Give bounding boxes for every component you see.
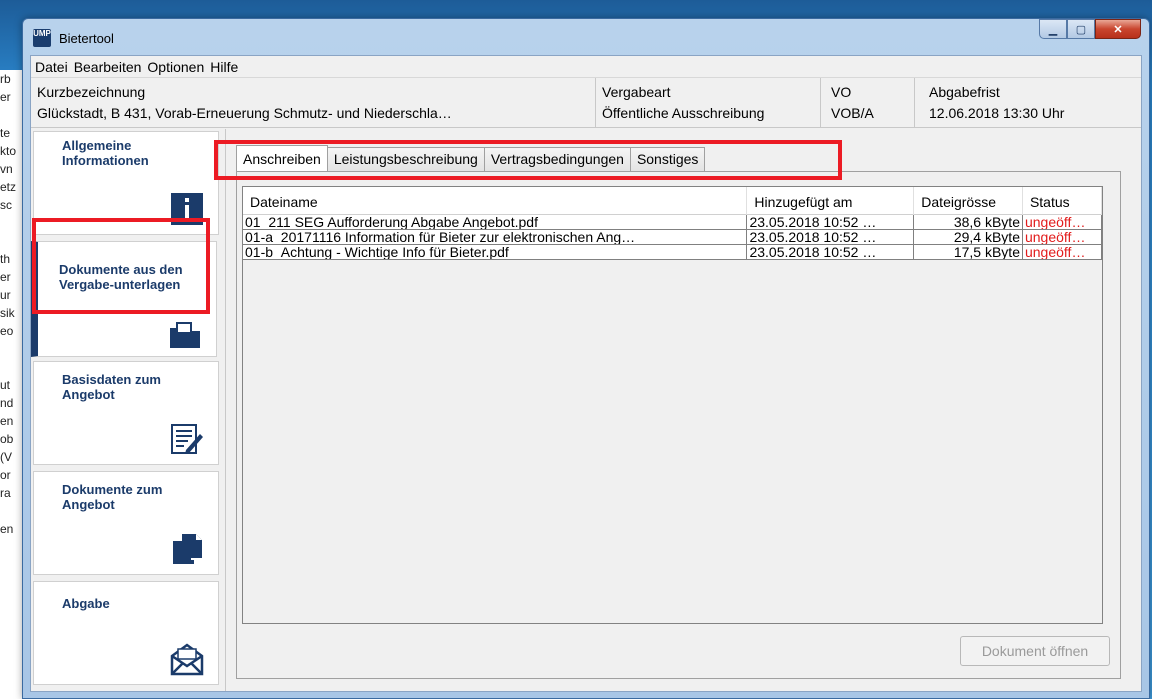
title-bar[interactable]: UMP Bietertool ▁ ▢ ✕	[23, 19, 1149, 55]
menu-hilfe[interactable]: Hilfe	[210, 59, 238, 75]
window-title: Bietertool	[59, 31, 114, 46]
abgabefrist-label: Abgabefrist	[929, 84, 1000, 100]
table-header: Dateiname Hinzugefügt am Dateigrösse Sta…	[243, 187, 1102, 215]
cell-status: ungeöff…	[1023, 215, 1102, 229]
menu-bar: Datei Bearbeiten Optionen Hilfe	[31, 56, 1141, 78]
open-document-button[interactable]: Dokument öffnen	[960, 636, 1110, 666]
nav-label: Abgabe	[62, 596, 110, 611]
cell-dateigroesse: 38,6 kByte	[914, 215, 1023, 229]
cell-dateigroesse: 17,5 kByte	[914, 245, 1023, 259]
document-content: Anschreiben Leistungsbeschreibung Vertra…	[225, 129, 1141, 691]
nav-label: Dokumente zum Angebot	[62, 482, 163, 512]
cell-hinzugefuegt: 23.05.2018 10:52 …	[747, 245, 915, 259]
minimize-icon: ▁	[1048, 23, 1058, 36]
envelope-icon	[170, 643, 204, 676]
documents-icon	[173, 534, 202, 564]
vergabeart-label: Vergabeart	[602, 84, 671, 100]
cell-dateiname: 01_211 SEG Aufforderung Abgabe Angebot.p…	[243, 215, 748, 229]
menu-bearbeiten[interactable]: Bearbeiten	[74, 59, 142, 75]
cell-status: ungeöff…	[1023, 245, 1102, 259]
highlight-nav-dokumente	[32, 218, 210, 314]
cell-hinzugefuegt: 23.05.2018 10:52 …	[747, 215, 915, 229]
header-status[interactable]: Status	[1023, 187, 1102, 215]
header-hinzugefuegt[interactable]: Hinzugefügt am	[747, 187, 915, 215]
vo-label: VO	[831, 84, 852, 100]
nav-dokumente-angebot[interactable]: Dokumente zum Angebot	[33, 471, 219, 575]
cell-dateigroesse: 29,4 kByte	[914, 230, 1023, 244]
table-row[interactable]: 01-b_Achtung - Wichtige Info für Bieter.…	[243, 245, 1102, 260]
maximize-button[interactable]: ▢	[1067, 19, 1095, 39]
info-abgabefrist: Abgabefrist 12.06.2018 13:30 Uhr	[915, 78, 1135, 127]
app-icon: UMP	[33, 29, 51, 47]
cell-dateiname: 01-b_Achtung - Wichtige Info für Bieter.…	[243, 245, 748, 259]
window-controls: ▁ ▢ ✕	[1039, 19, 1141, 39]
tab-anschreiben[interactable]: Anschreiben	[236, 145, 328, 171]
cell-dateiname: 01-a_20171116 Information für Bieter zur…	[243, 230, 748, 244]
menu-optionen[interactable]: Optionen	[147, 59, 204, 75]
header-dateiname[interactable]: Dateiname	[243, 187, 748, 215]
info-kurzbezeichnung: Kurzbezeichnung Glückstadt, B 431, Vorab…	[31, 78, 596, 127]
kurzbezeichnung-value: Glückstadt, B 431, Vorab-Erneuerung Schm…	[37, 105, 452, 121]
bietertool-window: UMP Bietertool ▁ ▢ ✕ Datei Bearbeiten Op…	[22, 18, 1150, 699]
nav-label: Basisdaten zum Angebot	[62, 372, 161, 402]
close-icon: ✕	[1113, 23, 1123, 36]
vo-value: VOB/A	[831, 105, 874, 121]
cell-hinzugefuegt: 23.05.2018 10:52 …	[747, 230, 915, 244]
abgabefrist-value: 12.06.2018 13:30 Uhr	[929, 105, 1065, 121]
info-vergabeart: Vergabeart Öffentliche Ausschreibung	[596, 78, 821, 127]
nav-abgabe[interactable]: Abgabe	[33, 581, 219, 685]
cell-status: ungeöff…	[1023, 230, 1102, 244]
left-navigation: Allgemeine Informationen Dokumente aus d…	[31, 129, 221, 691]
vergabeart-value: Öffentliche Ausschreibung	[602, 105, 765, 121]
maximize-icon: ▢	[1075, 23, 1087, 36]
info-vo: VO VOB/A	[821, 78, 915, 127]
kurzbezeichnung-label: Kurzbezeichnung	[37, 84, 146, 100]
edit-form-icon	[171, 424, 203, 454]
folder-icon	[170, 322, 200, 348]
table-row[interactable]: 01-a_20171116 Information für Bieter zur…	[243, 230, 1102, 245]
nav-label: Allgemeine Informationen	[62, 138, 149, 168]
nav-basisdaten-angebot[interactable]: Basisdaten zum Angebot	[33, 361, 219, 465]
header-dateigroesse[interactable]: Dateigrösse	[914, 187, 1023, 215]
minimize-button[interactable]: ▁	[1039, 19, 1067, 39]
document-table: Dateiname Hinzugefügt am Dateigrösse Sta…	[242, 186, 1103, 624]
table-row[interactable]: 01_211 SEG Aufforderung Abgabe Angebot.p…	[243, 215, 1102, 230]
close-button[interactable]: ✕	[1095, 19, 1141, 39]
menu-datei[interactable]: Datei	[35, 59, 68, 75]
tender-info-bar: Kurzbezeichnung Glückstadt, B 431, Vorab…	[31, 78, 1141, 128]
tab-pane: Dateiname Hinzugefügt am Dateigrösse Sta…	[236, 171, 1121, 679]
